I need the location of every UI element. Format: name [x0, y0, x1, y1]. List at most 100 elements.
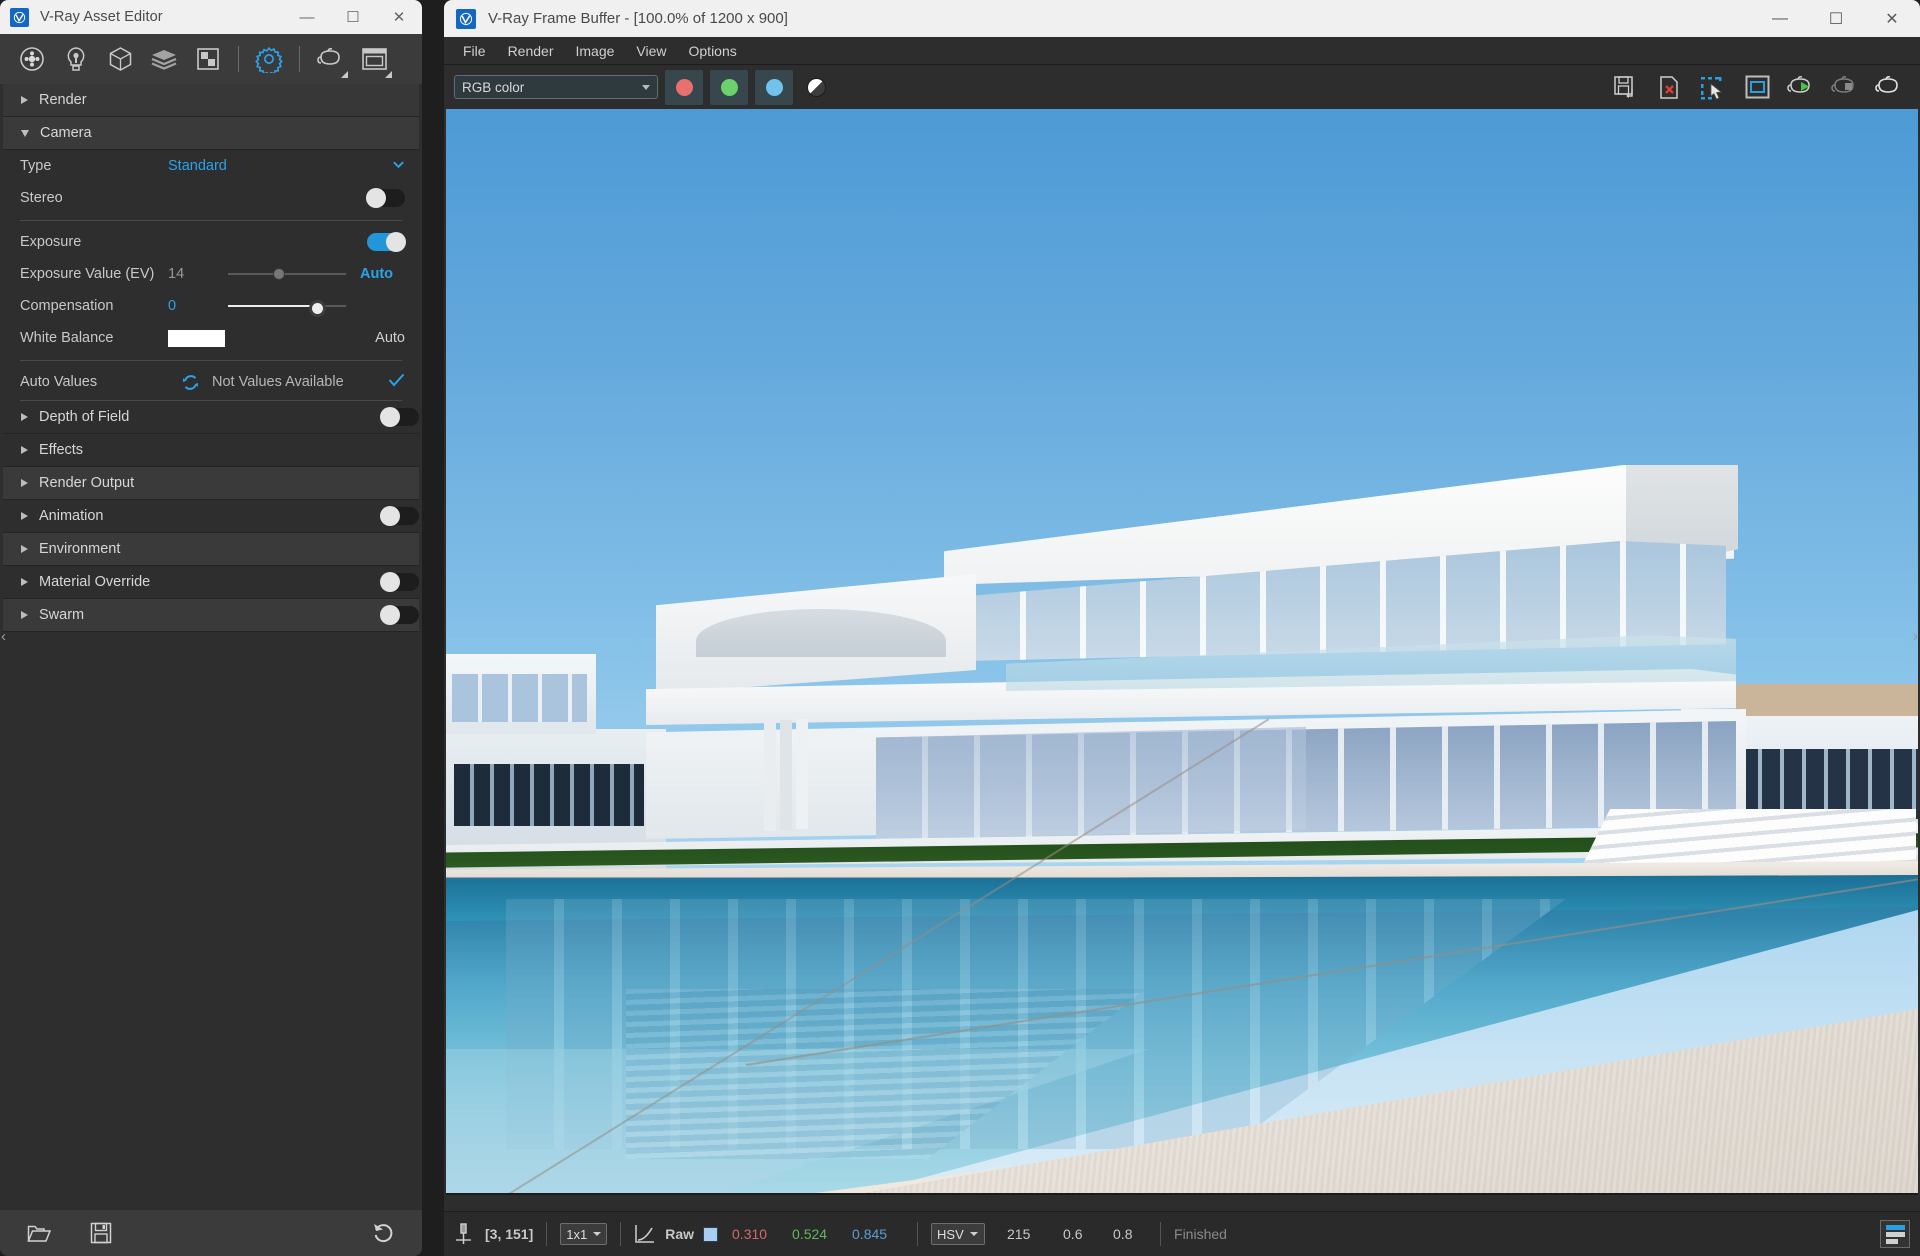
section-material-override[interactable]: Material Override [3, 566, 419, 599]
channel-select-value: RGB color [462, 79, 525, 95]
asset-editor-toolbar [0, 34, 422, 84]
animation-toggle[interactable] [380, 506, 419, 526]
clear-image-icon[interactable] [1648, 68, 1690, 106]
panel-collapse-left-handle[interactable]: ‹ [1, 628, 6, 645]
frame-buffer-window: V-Ray Frame Buffer - [100.0% of 1200 x 9… [444, 0, 1920, 1256]
region-render-icon[interactable] [1692, 68, 1734, 106]
settings-icon[interactable] [247, 37, 291, 81]
start-render-icon[interactable] [1780, 68, 1822, 106]
exposure-auto-button[interactable]: Auto [360, 266, 393, 282]
refresh-icon[interactable] [168, 374, 212, 391]
exposure-toggle[interactable] [367, 232, 406, 252]
section-depth-of-field[interactable]: Depth of Field [3, 401, 419, 434]
render-elements-icon[interactable] [186, 37, 230, 81]
section-animation[interactable]: Animation [3, 500, 419, 533]
stereo-toggle[interactable] [366, 188, 405, 208]
section-render[interactable]: Render [3, 84, 419, 117]
white-balance-swatch[interactable] [168, 329, 225, 347]
pixel-probe-icon[interactable] [454, 1223, 473, 1245]
materials-icon[interactable] [10, 37, 54, 81]
render-canvas[interactable] [444, 109, 1920, 1211]
chevron-right-icon-anim [21, 512, 28, 520]
color-mode-select[interactable]: HSV [931, 1223, 986, 1245]
vray-logo-icon-vfb [456, 8, 476, 29]
chevron-right-icon-dof [21, 413, 28, 421]
menu-file[interactable]: File [452, 40, 497, 62]
chevron-down-icon-channel [642, 84, 650, 90]
chevron-right-icon-env [21, 545, 28, 553]
zoom-ratio-select[interactable]: 1x1 [560, 1223, 608, 1245]
minimize-button[interactable]: — [284, 0, 330, 34]
panel-expand-right-handle[interactable]: › [1913, 628, 1918, 645]
vfb-close-button[interactable]: ✕ [1864, 0, 1920, 37]
row-camera-type: Type Standard [3, 150, 419, 182]
menu-options[interactable]: Options [678, 40, 748, 62]
render-last-icon[interactable] [1868, 68, 1910, 106]
chevron-right-icon-swarm [21, 611, 28, 619]
camera-type-dropdown-icon[interactable] [392, 158, 405, 175]
geometry-icon[interactable] [98, 37, 142, 81]
exposure-value-number[interactable]: 14 [168, 266, 228, 282]
chevron-right-icon [21, 96, 28, 104]
swarm-toggle[interactable] [380, 605, 419, 625]
layers-panel-button[interactable] [1880, 1220, 1910, 1248]
menu-render[interactable]: Render [497, 40, 565, 62]
dropdown-corner-icon[interactable] [341, 71, 348, 78]
menu-image[interactable]: Image [564, 40, 625, 62]
depth-of-field-toggle[interactable] [380, 407, 419, 427]
section-environment[interactable]: Environment [3, 533, 419, 566]
open-file-icon[interactable] [22, 1216, 56, 1250]
background-building-left-windows [454, 764, 644, 826]
section-environment-label: Environment [39, 541, 121, 557]
save-file-icon[interactable] [84, 1216, 118, 1250]
section-effects[interactable]: Effects [3, 434, 419, 467]
alpha-channel-button[interactable] [807, 77, 826, 97]
compensation-value[interactable]: 0 [168, 298, 228, 314]
house-column-2 [780, 720, 792, 830]
vray-logo-icon [10, 7, 29, 27]
house-column-1 [764, 721, 776, 831]
rendered-image[interactable] [446, 109, 1918, 1195]
asset-editor-footer [0, 1210, 422, 1256]
background-building-left-upper-glass [452, 674, 587, 722]
section-swarm[interactable]: Swarm [3, 599, 419, 632]
layer-bar-2 [1885, 1238, 1898, 1244]
material-override-toggle[interactable] [380, 572, 419, 592]
revert-icon[interactable] [366, 1216, 400, 1250]
render-teapot-icon[interactable] [308, 37, 352, 81]
white-balance-auto-button[interactable]: Auto [375, 330, 405, 346]
stereo-label: Stereo [20, 190, 63, 206]
exposure-value-slider[interactable] [228, 266, 346, 282]
section-material-override-label: Material Override [39, 574, 151, 590]
compensation-slider[interactable] [228, 298, 346, 317]
section-render-output[interactable]: Render Output [3, 467, 419, 500]
frame-buffer-icon[interactable] [352, 37, 396, 81]
stop-render-icon[interactable] [1824, 68, 1866, 106]
vfb-maximize-button[interactable]: ☐ [1808, 0, 1864, 37]
show-in-window-icon[interactable] [1736, 68, 1778, 106]
app-root: V-Ray Asset Editor — ☐ ✕ Render Camera T… [0, 0, 1920, 1256]
red-channel-button[interactable] [665, 69, 703, 105]
white-balance-label: White Balance [20, 330, 114, 346]
save-image-icon[interactable] [1604, 68, 1646, 106]
color-b-value: 0.845 [852, 1226, 888, 1242]
curve-icon[interactable] [634, 1224, 655, 1244]
textures-icon[interactable] [142, 37, 186, 81]
green-channel-button[interactable] [710, 69, 748, 105]
close-button[interactable]: ✕ [376, 0, 422, 34]
divider-2 [20, 360, 402, 361]
asset-editor-window: V-Ray Asset Editor — ☐ ✕ Render Camera T… [0, 0, 422, 1256]
menu-view[interactable]: View [625, 40, 677, 62]
asset-editor-window-controls: — ☐ ✕ [284, 0, 422, 34]
camera-type-value[interactable]: Standard [168, 158, 227, 174]
lights-icon[interactable] [54, 37, 98, 81]
section-camera[interactable]: Camera [3, 117, 419, 150]
chevron-down-icon-zoom [593, 1232, 602, 1236]
section-render-label: Render [39, 92, 87, 108]
channel-select[interactable]: RGB color [454, 75, 658, 99]
blue-channel-button[interactable] [755, 69, 793, 105]
vfb-minimize-button[interactable]: — [1752, 0, 1808, 37]
dropdown-corner-icon-2[interactable] [385, 71, 392, 78]
maximize-button[interactable]: ☐ [330, 0, 376, 34]
check-icon[interactable] [388, 373, 405, 391]
